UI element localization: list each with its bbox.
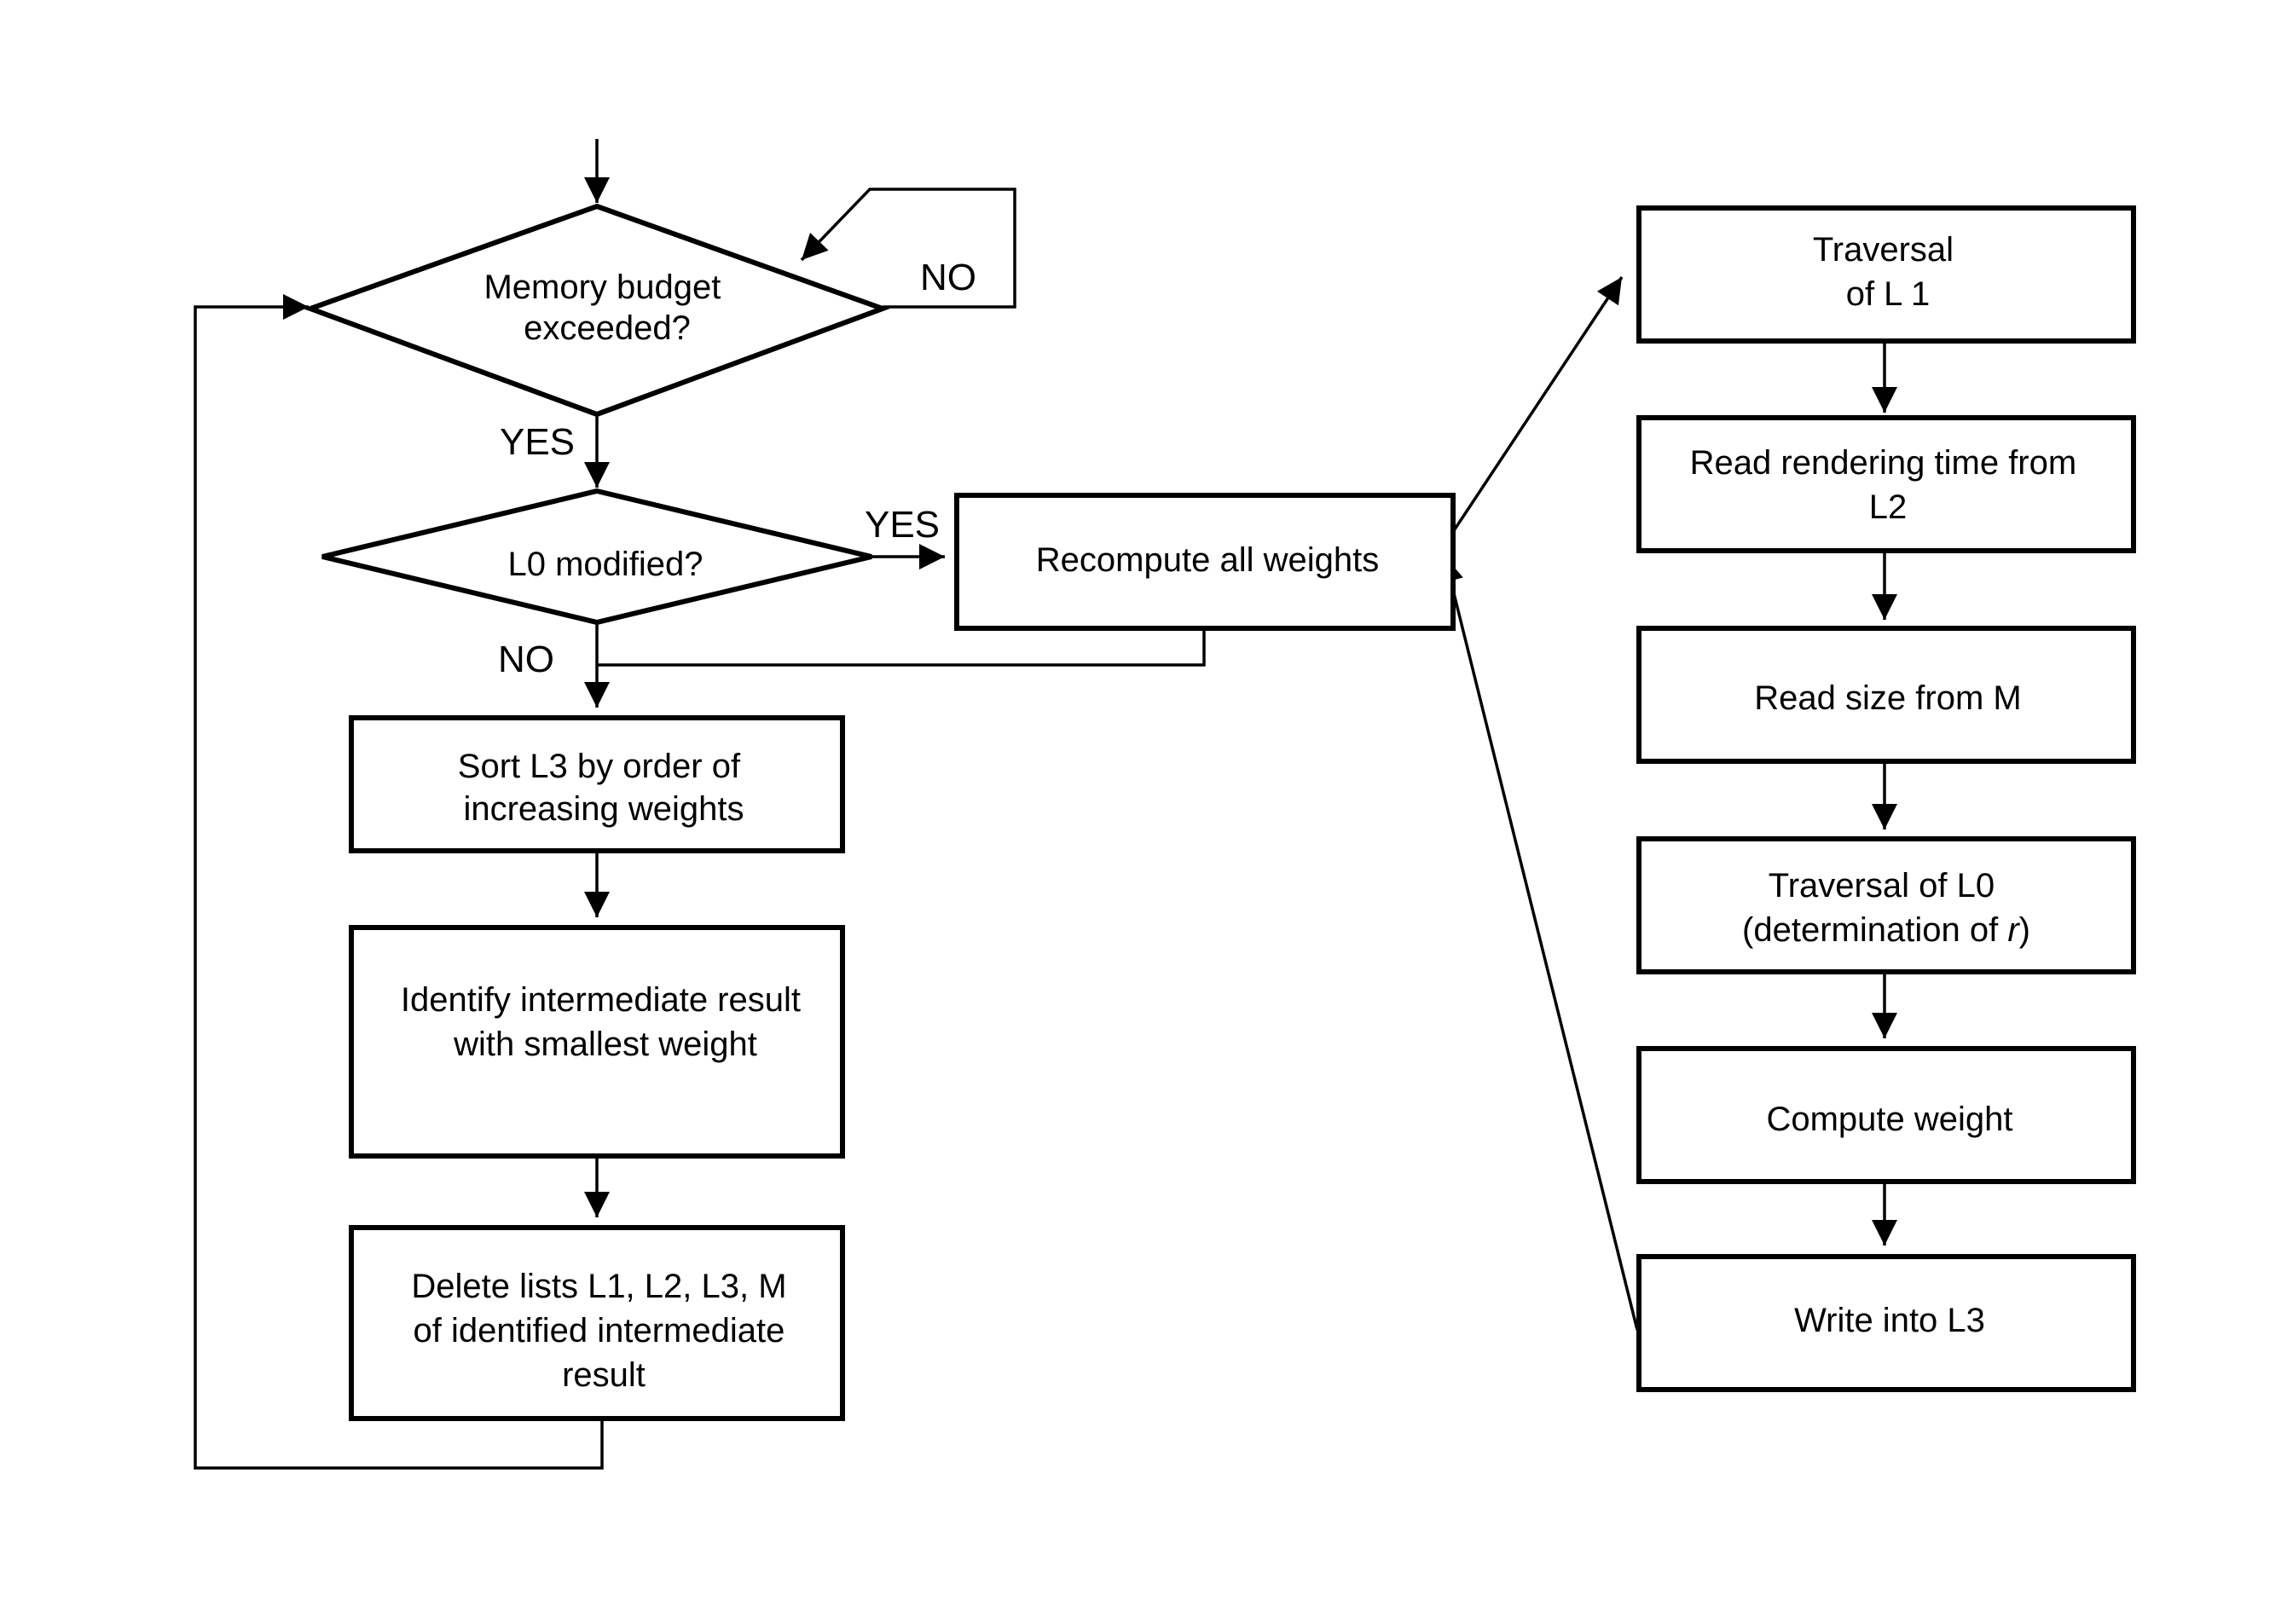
line: Traversal of L0 — [1769, 867, 1995, 904]
decision-text: L0 modified? — [507, 546, 703, 583]
flowchart: Memory budget exceeded? L0 modified? NO … — [194, 139, 2136, 1470]
step-write-l3: Write into L3 — [1636, 1254, 2136, 1392]
step-text: Recompute all weights — [1036, 541, 1379, 579]
step-read-rendering-time: Read rendering time from L2 — [1636, 415, 2136, 553]
line: exceeded? — [524, 309, 691, 347]
step-traversal-l0: Traversal of L0 (determination of r) — [1636, 836, 2136, 974]
modified-no-label: NO — [498, 639, 554, 680]
recompute-to-traversal-arrow — [1439, 276, 1624, 551]
modified-yes-label: YES — [865, 504, 940, 546]
line: Read size from M — [1754, 679, 2021, 717]
decision-l0-modified: L0 modified? — [321, 488, 872, 626]
box — [1636, 836, 2136, 974]
step-text: Compute weight — [1766, 1101, 2012, 1138]
step-text: Write into L3 — [1794, 1302, 1985, 1339]
line: result — [562, 1356, 646, 1394]
line: Recompute all weights — [1036, 541, 1379, 579]
line: increasing weights — [463, 790, 744, 828]
line: (determination of r) — [1742, 911, 2030, 949]
line: Read rendering time from — [1690, 444, 2077, 482]
line: Memory budget — [483, 269, 721, 306]
step-delete-lists: Delete lists L1, L2, L3, M of identified… — [349, 1225, 845, 1421]
step-text: Read size from M — [1754, 679, 2021, 717]
line: Delete lists L1, L2, L3, M — [411, 1268, 786, 1305]
step-read-size: Read size from M — [1636, 626, 2136, 764]
line: Traversal — [1813, 231, 1954, 269]
line: with smallest weight — [453, 1026, 757, 1063]
step-traversal-l1: Traversal of L 1 — [1636, 205, 2136, 344]
recompute-return-line — [597, 625, 1206, 667]
line: of L 1 — [1846, 275, 1931, 313]
step-recompute-weights: Recompute all weights — [954, 493, 1456, 631]
budget-no-label: NO — [920, 257, 976, 298]
box — [1636, 415, 2136, 553]
line: L2 — [1869, 488, 1908, 526]
line: L0 modified? — [507, 546, 703, 583]
closing-paren: ) — [2019, 911, 2030, 949]
decision-memory-budget: Memory budget exceeded? — [303, 203, 890, 418]
step-compute-weight: Compute weight — [1636, 1046, 2136, 1184]
line: of identified intermediate — [414, 1312, 785, 1349]
line: Sort L3 by order of — [458, 748, 741, 785]
line: Identify intermediate result — [401, 981, 801, 1019]
box — [1636, 205, 2136, 344]
step-sort-l3: Sort L3 by order of increasing weights — [349, 715, 845, 853]
write-to-recompute-arrow — [1438, 555, 1639, 1331]
line: Compute weight — [1766, 1101, 2012, 1138]
budget-yes-label: YES — [500, 421, 575, 463]
line: Write into L3 — [1794, 1302, 1985, 1339]
step-identify: Identify intermediate result with smalle… — [349, 925, 845, 1159]
